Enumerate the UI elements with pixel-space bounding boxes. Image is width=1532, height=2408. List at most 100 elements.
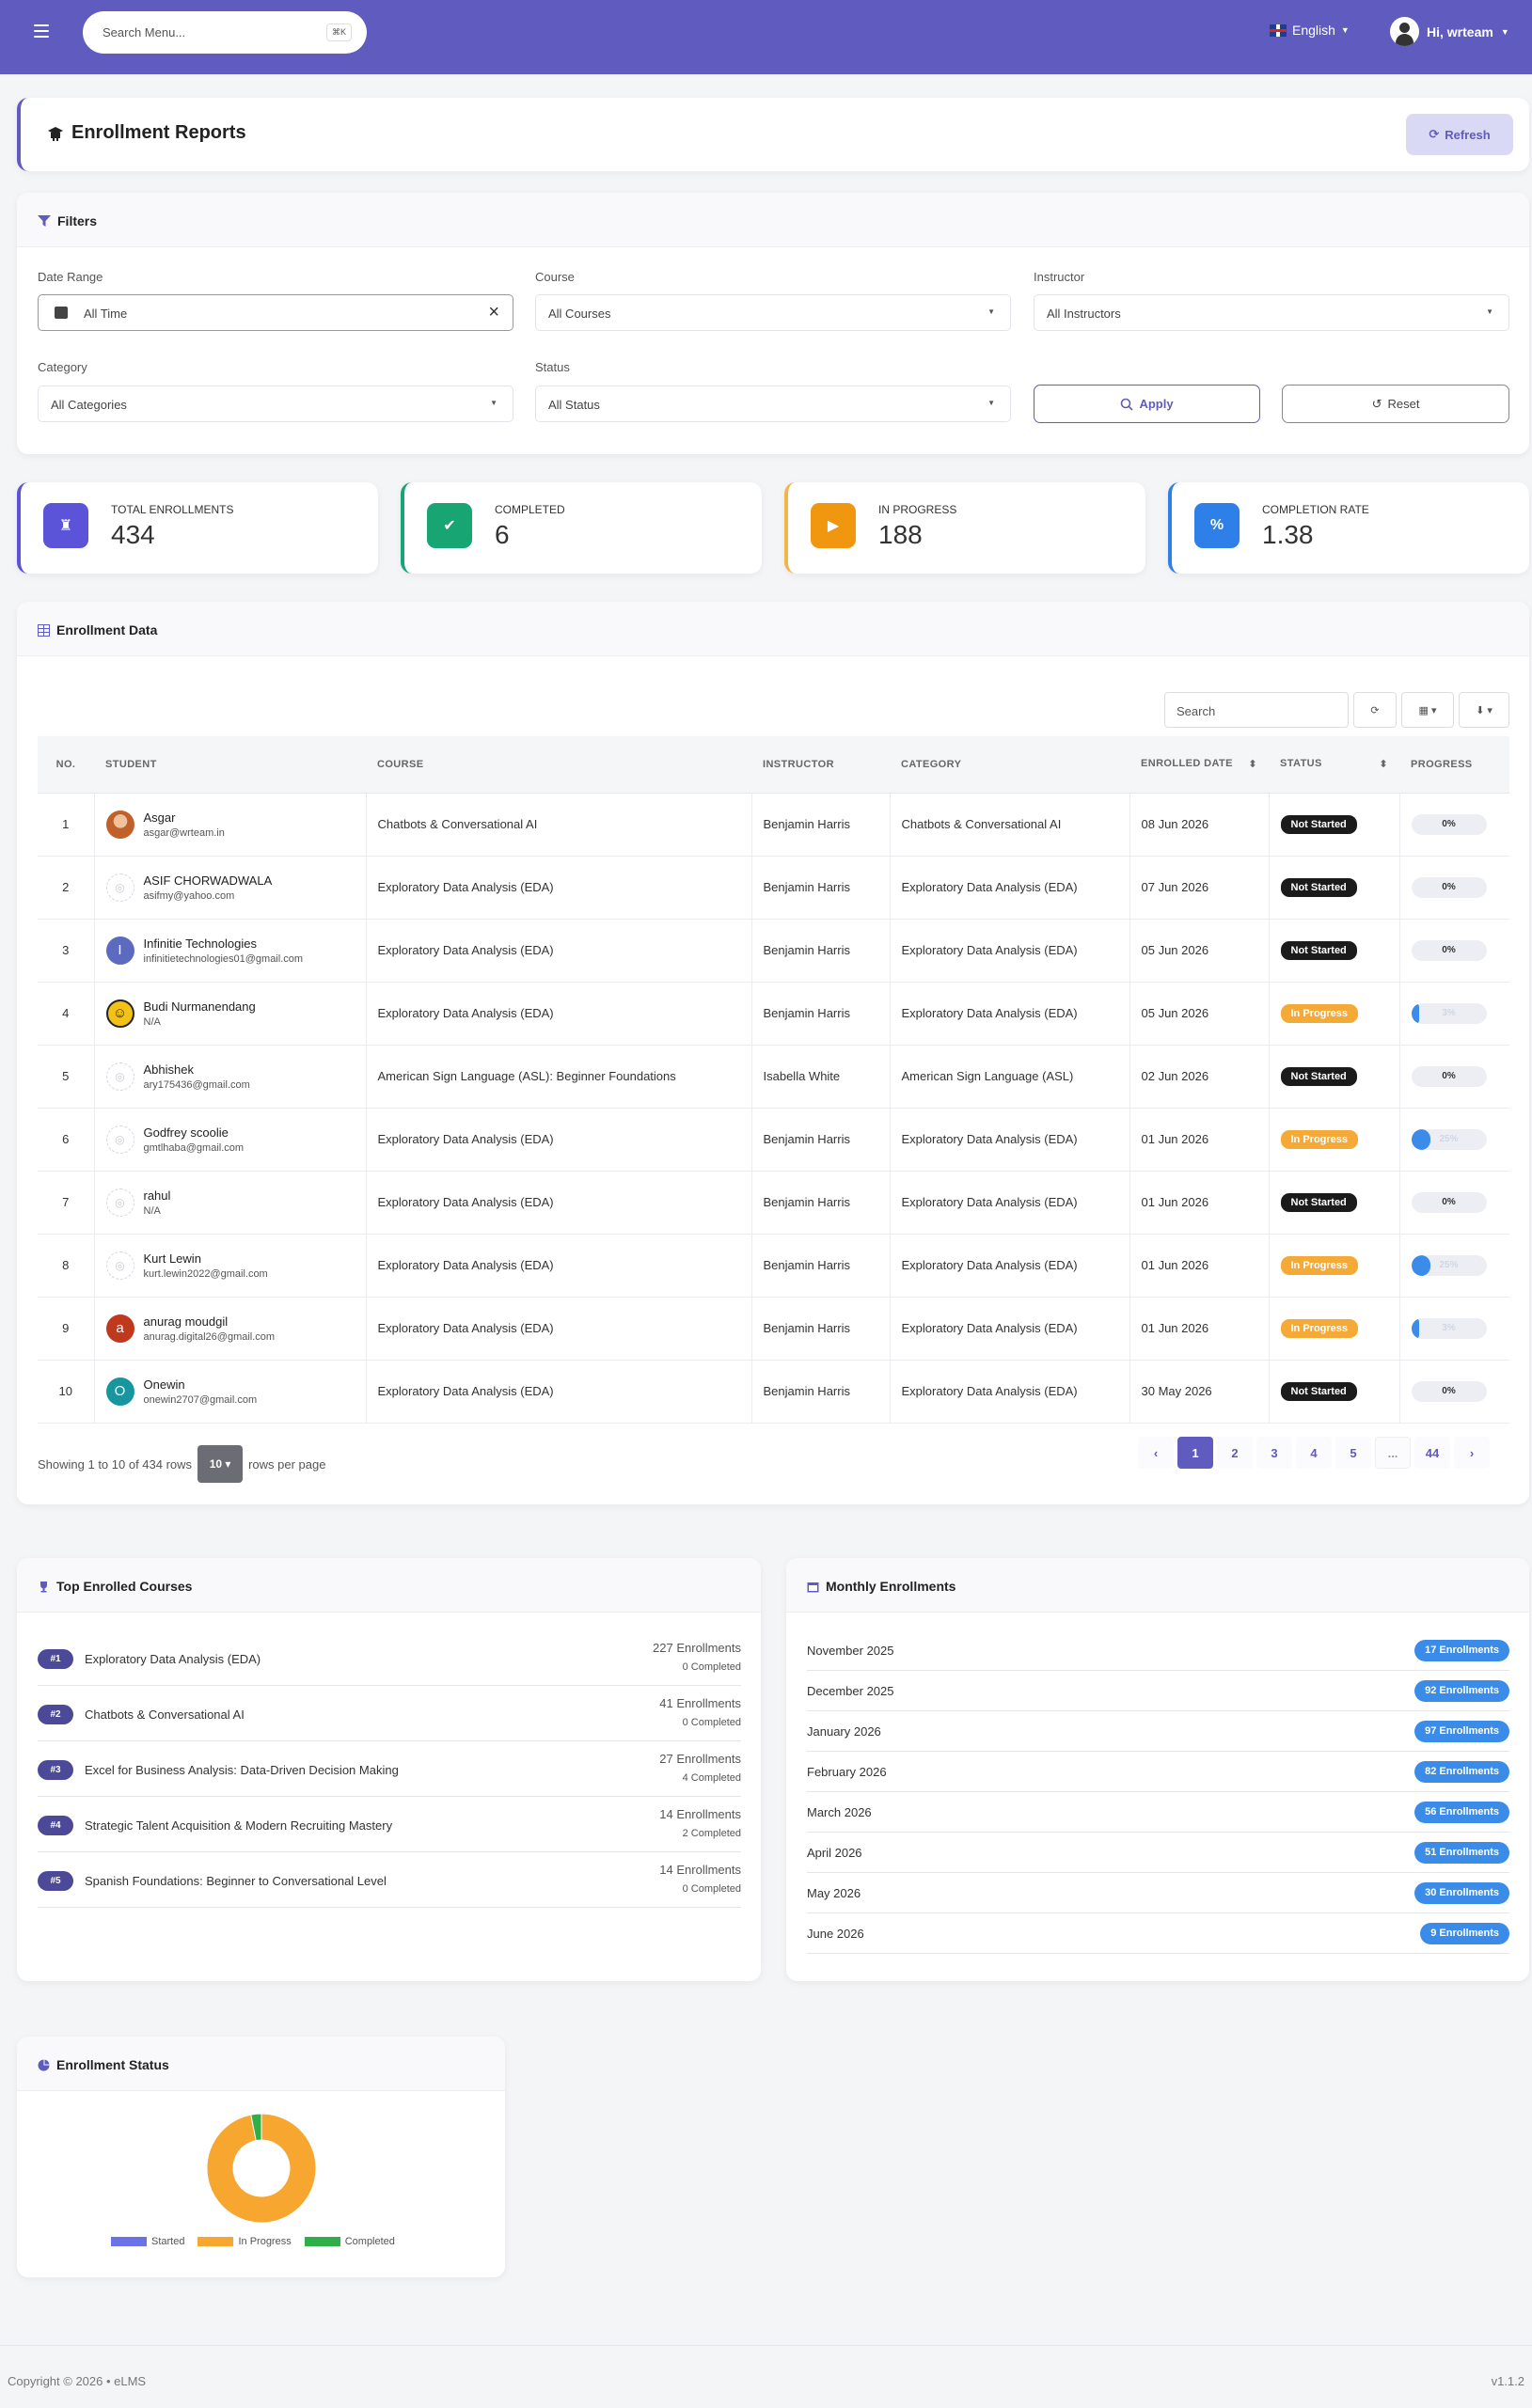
language-selector[interactable]: English ▼ bbox=[1270, 23, 1350, 38]
course-cell: Exploratory Data Analysis (EDA) bbox=[366, 1234, 752, 1298]
graduation-cap-icon bbox=[48, 126, 63, 141]
list-item: February 2026 82 Enrollments bbox=[807, 1752, 1509, 1792]
status-header-label: STATUS bbox=[1280, 758, 1322, 770]
list-item: June 2026 9 Enrollments bbox=[807, 1913, 1509, 1954]
apply-button[interactable]: Apply bbox=[1034, 385, 1260, 423]
enrollment-count: 14 Enrollments bbox=[659, 1863, 741, 1877]
hamburger-menu-icon[interactable] bbox=[34, 24, 55, 39]
prev-page-button[interactable]: ‹ bbox=[1138, 1437, 1174, 1469]
export-button[interactable]: ⬇ ▾ bbox=[1459, 692, 1509, 728]
table-row: 1 Asgar asgar@wrteam.in Chatbots & Conversa… bbox=[38, 793, 1509, 857]
stat-card-in-progress: ▶ IN PROGRESS 188 bbox=[784, 482, 1145, 574]
column-header-course[interactable]: COURSE bbox=[366, 736, 751, 794]
student-name: Godfrey scoolie bbox=[143, 1125, 229, 1140]
page-button[interactable]: 4 bbox=[1296, 1437, 1332, 1469]
instructor-select[interactable]: All Instructors ▼ bbox=[1034, 294, 1509, 331]
chevron-down-icon: ▼ bbox=[987, 399, 995, 407]
status-badge: In Progress bbox=[1280, 1318, 1359, 1338]
menu-search-input[interactable]: Search Menu... ⌘K bbox=[83, 11, 367, 54]
status-cell: Not Started bbox=[1269, 919, 1400, 983]
rank-badge: #2 bbox=[38, 1705, 73, 1724]
student-cell: ◎ Kurt Lewin kurt.lewin2022@gmail.com bbox=[94, 1234, 367, 1298]
enrolled-date-cell: 01 Jun 2026 bbox=[1129, 1297, 1270, 1361]
course-label: Course bbox=[535, 270, 575, 284]
page-button[interactable]: 3 bbox=[1256, 1437, 1292, 1469]
page-button[interactable]: 44 bbox=[1414, 1437, 1450, 1469]
status-label: Status bbox=[535, 360, 570, 374]
page-button[interactable]: 1 bbox=[1177, 1437, 1213, 1469]
monthly-title: Monthly Enrollments bbox=[826, 1579, 956, 1594]
course-select[interactable]: All Courses ▼ bbox=[535, 294, 1011, 331]
table-refresh-button[interactable]: ⟳ bbox=[1353, 692, 1397, 728]
progress-text: 25% bbox=[1439, 1133, 1459, 1144]
columns-toggle-button[interactable]: ▦ ▾ bbox=[1401, 692, 1454, 728]
enrolled-date-cell: 01 Jun 2026 bbox=[1129, 1108, 1270, 1172]
category-value: All Categories bbox=[51, 398, 127, 412]
column-header-progress[interactable]: PROGRESS bbox=[1399, 736, 1509, 794]
category-select[interactable]: All Categories ▼ bbox=[38, 386, 513, 422]
date-range-field[interactable]: All Time × bbox=[38, 294, 513, 331]
status-value: All Status bbox=[548, 398, 600, 412]
column-header-category[interactable]: CATEGORY bbox=[890, 736, 1129, 794]
instructor-cell: Benjamin Harris bbox=[751, 856, 891, 920]
table-row: 10 O Onewin onewin2707@gmail.com Exploratory… bbox=[38, 1360, 1509, 1424]
progress-text: 0% bbox=[1442, 881, 1456, 892]
student-cell: ◎ Godfrey scoolie gmtlhaba@gmail.com bbox=[94, 1108, 367, 1172]
reset-button[interactable]: ↺ Reset bbox=[1282, 385, 1509, 423]
legend-item[interactable]: Started bbox=[111, 2236, 184, 2247]
month-name: April 2026 bbox=[807, 1846, 862, 1860]
enrollment-count-badge: 30 Enrollments bbox=[1414, 1882, 1509, 1904]
avatar-placeholder-icon: ◎ bbox=[105, 1251, 134, 1280]
progress-cell: 0% bbox=[1399, 1360, 1509, 1424]
instructor-label: Instructor bbox=[1034, 270, 1085, 284]
status-cell: In Progress bbox=[1269, 1108, 1400, 1172]
enrolled-date-cell: 30 May 2026 bbox=[1129, 1360, 1270, 1424]
clear-icon[interactable]: × bbox=[488, 302, 499, 323]
student-cell: Asgar asgar@wrteam.in bbox=[94, 793, 367, 857]
status-badge: In Progress bbox=[1280, 1129, 1359, 1149]
rows-per-page-select[interactable]: 10 ▾ bbox=[197, 1445, 244, 1483]
page-button[interactable]: 5 bbox=[1335, 1437, 1371, 1469]
refresh-label: Refresh bbox=[1445, 127, 1491, 142]
legend-item[interactable]: Completed bbox=[304, 2236, 395, 2247]
course-cell: American Sign Language (ASL): Beginner F… bbox=[366, 1045, 752, 1109]
refresh-button[interactable]: ⟳ Refresh bbox=[1406, 114, 1513, 155]
column-header-instructor[interactable]: INSTRUCTOR bbox=[751, 736, 890, 794]
progress-bar: 0% bbox=[1411, 1191, 1487, 1213]
avatar: I bbox=[105, 936, 134, 965]
month-name: March 2026 bbox=[807, 1805, 872, 1819]
progress-cell: 25% bbox=[1399, 1108, 1509, 1172]
enrollment-count-badge: 9 Enrollments bbox=[1420, 1923, 1509, 1944]
column-header-enrolled-date[interactable]: ENROLLED DATE ⬍ bbox=[1129, 736, 1269, 794]
rank-badge: #3 bbox=[38, 1760, 73, 1780]
course-cell: Exploratory Data Analysis (EDA) bbox=[366, 919, 752, 983]
table-search-input[interactable]: Search bbox=[1164, 692, 1349, 728]
course-name: Spanish Foundations: Beginner to Convers… bbox=[85, 1874, 387, 1888]
course-name: Excel for Business Analysis: Data-Driven… bbox=[85, 1763, 399, 1777]
status-select[interactable]: All Status ▼ bbox=[535, 386, 1011, 422]
table-row: 4 ☺ Budi Nurmanendang N/A Exploratory Data A… bbox=[38, 982, 1509, 1046]
column-header-status[interactable]: STATUS ⬍ bbox=[1269, 736, 1399, 794]
student-cell: ◎ Abhishek ary175436@gmail.com bbox=[94, 1045, 367, 1109]
page-button[interactable]: 2 bbox=[1217, 1437, 1253, 1469]
user-menu[interactable]: Hi, wrteam ▼ bbox=[1390, 17, 1509, 46]
legend-item[interactable]: In Progress bbox=[197, 2236, 292, 2247]
enrollment-count-badge: 56 Enrollments bbox=[1414, 1802, 1509, 1823]
course-name: Strategic Talent Acquisition & Modern Re… bbox=[85, 1818, 393, 1833]
avatar: a bbox=[105, 1314, 134, 1343]
refresh-icon: ⟳ bbox=[1370, 704, 1380, 716]
next-page-button[interactable]: › bbox=[1454, 1437, 1490, 1469]
student-email: ary175436@gmail.com bbox=[143, 1078, 250, 1091]
row-number: 10 bbox=[38, 1360, 95, 1424]
column-header-student[interactable]: STUDENT bbox=[94, 736, 366, 794]
completed-count: 0 Completed bbox=[682, 1661, 741, 1673]
progress-cell: 25% bbox=[1399, 1234, 1509, 1298]
language-label: English bbox=[1292, 23, 1335, 38]
chevron-down-icon: ▼ bbox=[1500, 26, 1509, 37]
enrollment-count: 14 Enrollments bbox=[659, 1807, 741, 1821]
download-icon: ⬇ ▾ bbox=[1476, 704, 1493, 716]
progress-text: 0% bbox=[1442, 1070, 1456, 1081]
chevron-down-icon: ▼ bbox=[1486, 307, 1493, 316]
enrollment-status-donut-chart bbox=[206, 2113, 317, 2224]
pagination-info: Showing 1 to 10 of 434 rows 10 ▾ rows pe… bbox=[38, 1445, 325, 1483]
